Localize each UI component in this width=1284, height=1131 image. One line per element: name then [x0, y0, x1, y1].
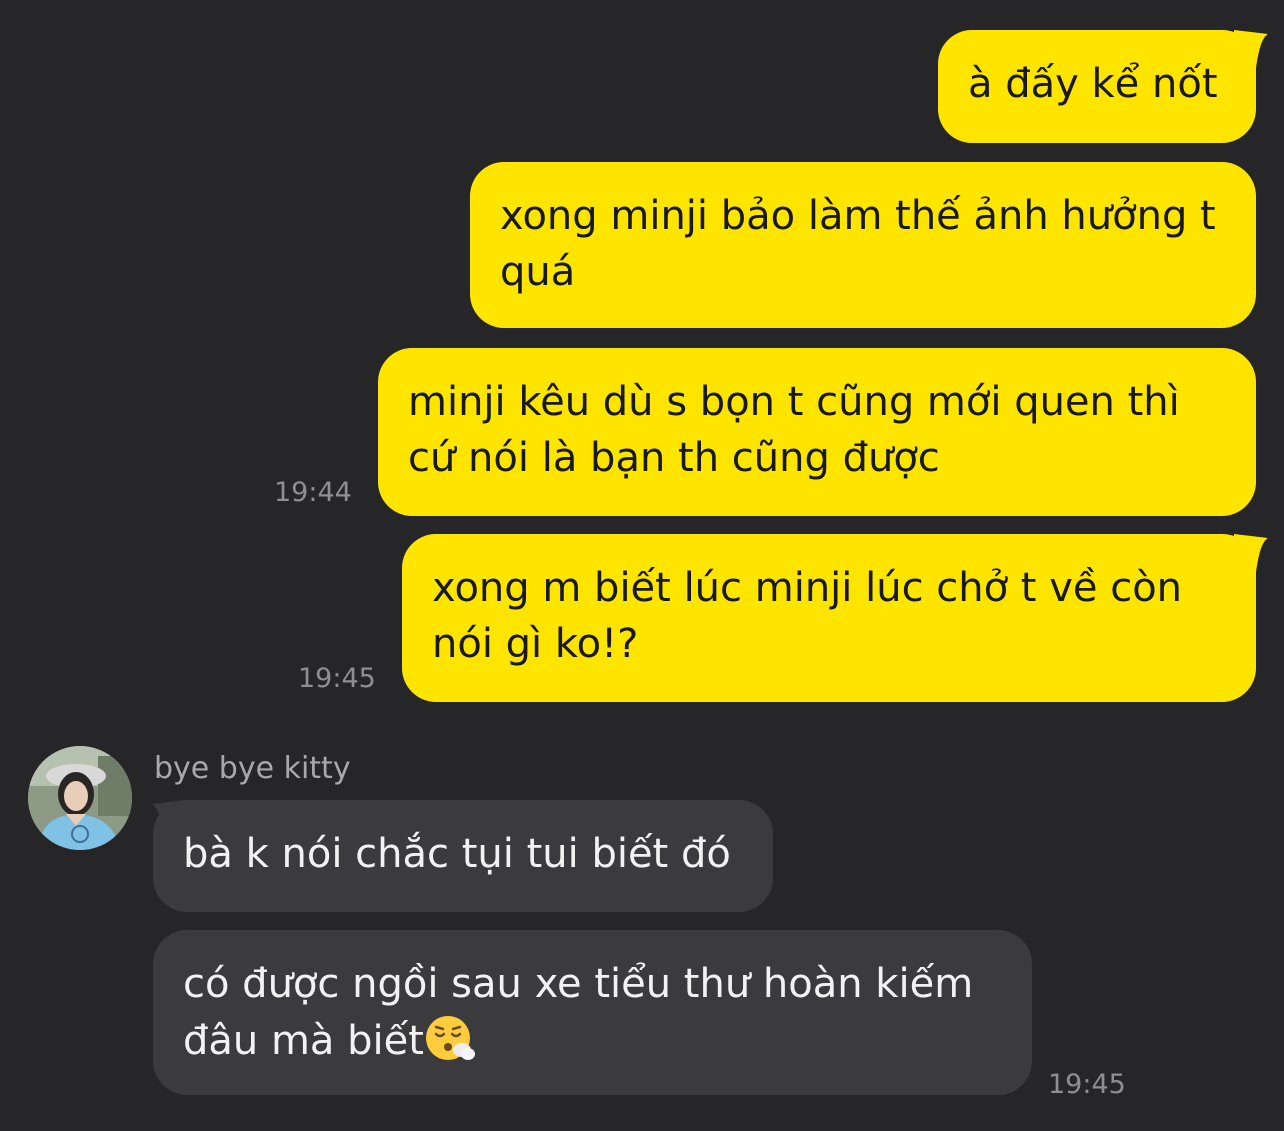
bubble-tail-icon — [1234, 534, 1268, 572]
incoming-message-1[interactable]: bà k nói chắc tụi tui biết đó — [153, 800, 773, 912]
message-text: xong minji bảo làm thế ảnh hưởng t quá — [500, 193, 1216, 295]
avatar[interactable] — [28, 746, 132, 850]
bubble-tail-icon — [1234, 30, 1268, 68]
message-timestamp: 19:45 — [298, 663, 376, 694]
message-timestamp: 19:45 — [1048, 1069, 1126, 1100]
bubble-tail-icon — [152, 800, 186, 838]
profile-photo-icon — [28, 746, 132, 850]
sender-name: bye bye kitty — [154, 751, 351, 786]
message-timestamp: 19:44 — [274, 477, 352, 508]
message-text: xong m biết lúc minji lúc chở t về còn n… — [432, 565, 1183, 667]
incoming-message-2[interactable]: có được ngồi sau xe tiểu thư hoàn kiếm đ… — [153, 930, 1032, 1095]
outgoing-message-2[interactable]: xong minji bảo làm thế ảnh hưởng t quá — [470, 162, 1256, 328]
outgoing-message-4[interactable]: xong m biết lúc minji lúc chở t về còn n… — [402, 534, 1256, 702]
outgoing-message-1[interactable]: à đấy kể nốt — [938, 30, 1256, 143]
message-text: à đấy kể nốt — [968, 61, 1218, 107]
outgoing-message-3[interactable]: minji kêu dù s bọn t cũng mới quen thì c… — [378, 348, 1256, 516]
face-exhaling-emoji-icon — [425, 1016, 475, 1060]
message-text: bà k nói chắc tụi tui biết đó — [183, 831, 731, 877]
message-text: có được ngồi sau xe tiểu thư hoàn kiếm đ… — [183, 961, 974, 1064]
message-text: minji kêu dù s bọn t cũng mới quen thì c… — [408, 379, 1180, 481]
